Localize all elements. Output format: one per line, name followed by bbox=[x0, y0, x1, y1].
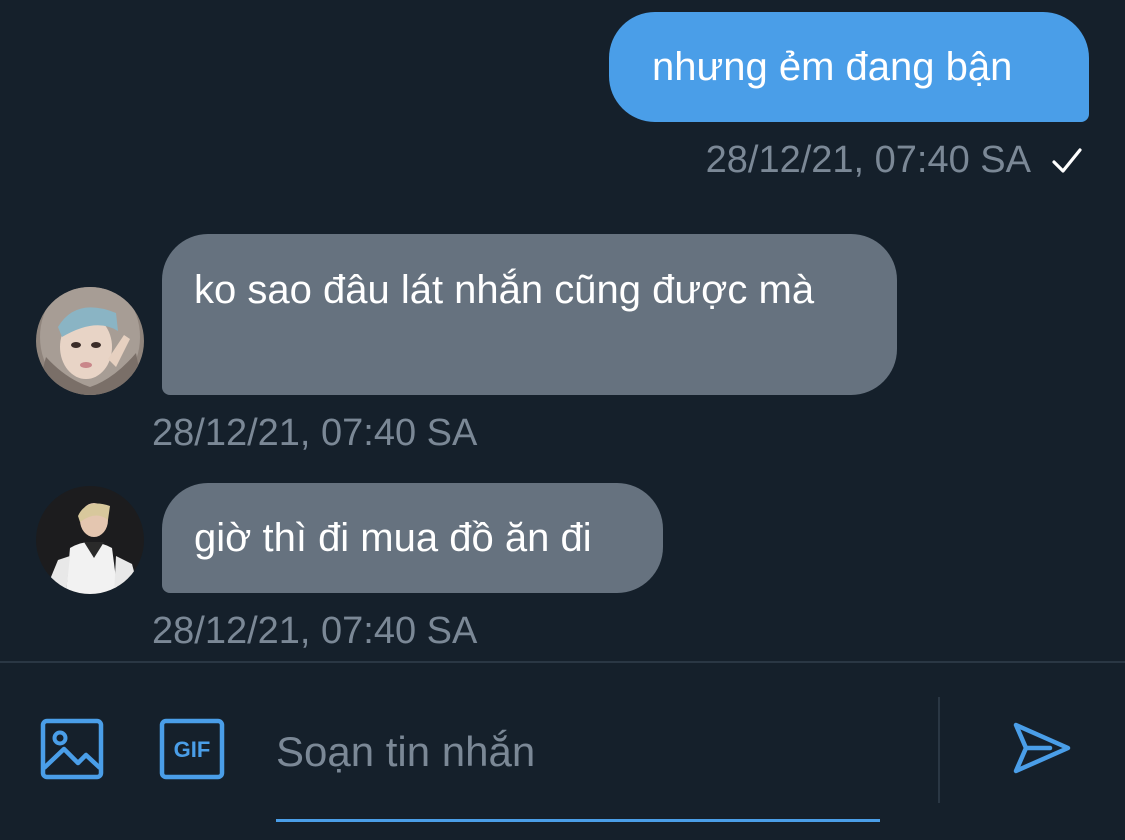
message-timestamp: 28/12/21, 07:40 SA bbox=[705, 139, 1031, 181]
avatar-image bbox=[36, 287, 144, 395]
send-icon bbox=[1013, 722, 1071, 774]
composer-divider bbox=[0, 661, 1125, 663]
avatar-image bbox=[36, 486, 144, 594]
avatar[interactable] bbox=[36, 287, 144, 395]
sent-message-bubble[interactable]: nhưng ẻm đang bận bbox=[609, 12, 1089, 122]
received-message-bubble[interactable]: giờ thì đi mua đồ ăn đi bbox=[162, 483, 663, 593]
image-icon bbox=[40, 718, 104, 780]
checkmark-icon bbox=[1052, 148, 1082, 173]
message-text: giờ thì đi mua đồ ăn đi bbox=[194, 516, 592, 560]
received-message-bubble[interactable]: ko sao đâu lát nhắn cũng được mà bbox=[162, 234, 897, 395]
gif-icon: GIF bbox=[159, 718, 225, 780]
message-timestamp: 28/12/21, 07:40 SA bbox=[152, 610, 478, 652]
add-gif-button[interactable]: GIF bbox=[159, 718, 225, 780]
send-button[interactable] bbox=[1010, 717, 1072, 779]
message-composer[interactable] bbox=[276, 718, 880, 822]
message-text: ko sao đâu lát nhắn cũng được mà bbox=[194, 268, 815, 312]
add-media-button[interactable] bbox=[40, 718, 104, 780]
composer-separator bbox=[938, 697, 940, 803]
gif-label: GIF bbox=[174, 737, 211, 762]
avatar[interactable] bbox=[36, 486, 144, 594]
message-input[interactable] bbox=[276, 722, 876, 782]
message-text: nhưng ẻm đang bận bbox=[652, 45, 1013, 89]
dm-conversation: nhưng ẻm đang bận 28/12/21, 07:40 SA ko … bbox=[0, 0, 1125, 840]
message-timestamp: 28/12/21, 07:40 SA bbox=[152, 412, 478, 454]
